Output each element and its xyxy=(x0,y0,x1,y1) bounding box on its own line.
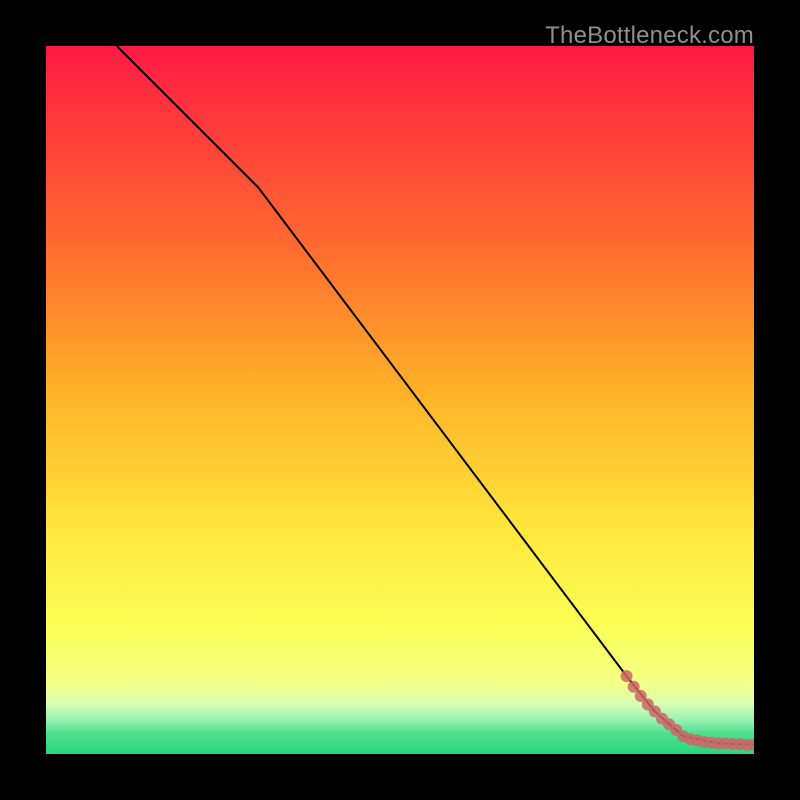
frame-top xyxy=(0,0,800,46)
frame-right xyxy=(754,0,800,800)
chart-svg xyxy=(46,46,754,754)
chart-container: { "watermark": "TheBottleneck.com", "col… xyxy=(0,0,800,800)
frame-left xyxy=(0,0,46,800)
plot-area xyxy=(46,46,754,754)
data-point xyxy=(621,670,633,682)
gradient-background xyxy=(46,46,754,754)
frame-bottom xyxy=(0,754,800,800)
